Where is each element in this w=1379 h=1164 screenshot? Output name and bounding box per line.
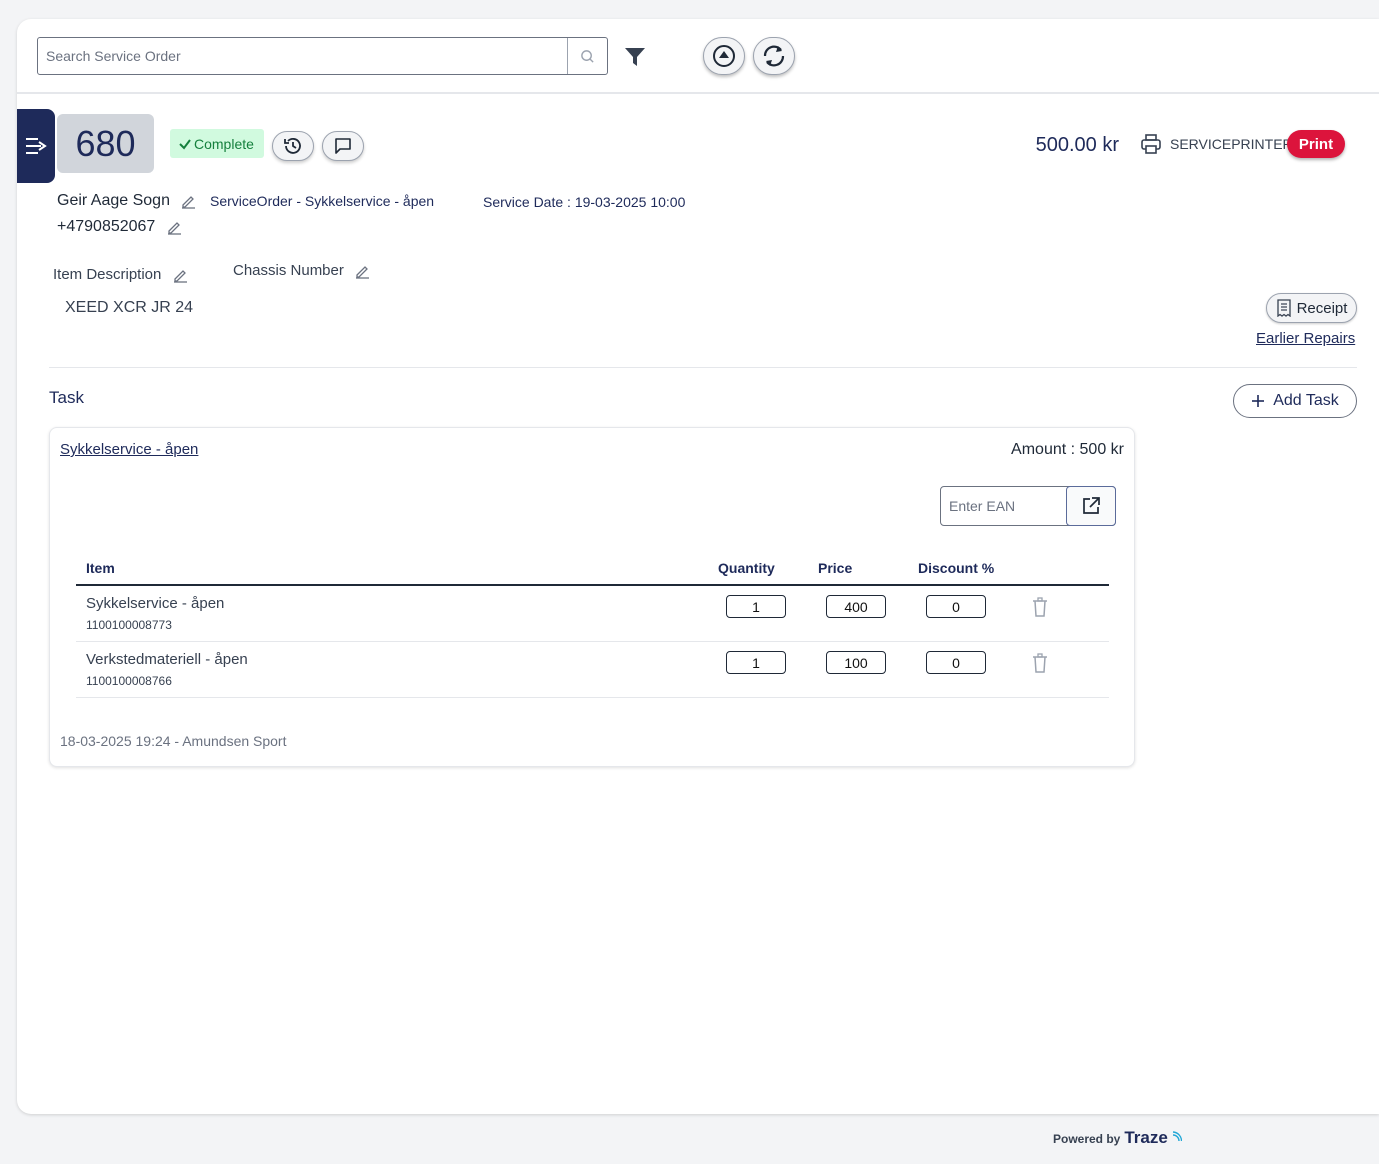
chassis-number-label-row: Chassis Number — [233, 262, 370, 279]
edit-item-description-icon[interactable] — [172, 267, 188, 283]
order-number: 680 — [57, 114, 154, 173]
trash-icon[interactable] — [1032, 653, 1048, 673]
task-card: Sykkelservice - åpen Amount : 500 kr Ite… — [49, 427, 1135, 767]
column-header-quantity: Quantity — [718, 560, 775, 576]
search-box — [37, 37, 608, 75]
receipt-label: Receipt — [1296, 299, 1348, 317]
chassis-number-label: Chassis Number — [233, 262, 344, 279]
customer-phone: +4790852067 — [57, 218, 156, 235]
ean-input[interactable] — [941, 487, 1067, 525]
item-name: Sykkelservice - åpen — [86, 595, 225, 612]
external-link-icon — [1083, 497, 1100, 514]
receipt-button[interactable]: Receipt — [1266, 293, 1357, 323]
item-code: 1100100008766 — [86, 674, 172, 688]
sidebar-toggle-icon — [26, 138, 47, 154]
service-date: Service Date : 19-03-2025 10:00 — [483, 194, 686, 210]
signal-icon — [1172, 1131, 1182, 1142]
search-button[interactable] — [567, 38, 607, 74]
item-description-label: Item Description — [53, 266, 162, 283]
order-total: 500.00 kr — [1035, 134, 1119, 156]
column-header-item: Item — [86, 560, 115, 576]
items-table-header: Item Quantity Price Discount % — [76, 558, 1109, 586]
trash-icon[interactable] — [1032, 597, 1048, 617]
edit-customer-phone-icon[interactable] — [166, 219, 182, 235]
task-section-title: Task — [49, 388, 84, 407]
add-task-button[interactable]: Add Task — [1233, 384, 1357, 418]
check-icon — [179, 138, 191, 150]
earlier-repairs-link[interactable]: Earlier Repairs — [1256, 330, 1355, 347]
item-code: 1100100008773 — [86, 618, 172, 632]
printer-icon — [1141, 134, 1161, 154]
filter-button[interactable] — [622, 44, 648, 70]
discount-input[interactable] — [926, 595, 986, 618]
history-button[interactable] — [272, 131, 314, 161]
discount-input[interactable] — [926, 651, 986, 674]
top-toolbar — [17, 19, 1379, 94]
refresh-icon — [763, 45, 785, 67]
sync-circle-icon — [713, 45, 735, 67]
refresh-button[interactable] — [753, 37, 795, 75]
item-description-label-row: Item Description — [53, 266, 188, 283]
comment-icon — [335, 138, 351, 154]
column-header-price: Price — [818, 560, 853, 576]
task-name-link[interactable]: Sykkelservice - åpen — [60, 441, 198, 458]
search-icon — [581, 49, 594, 63]
service-order-card: 680 Complete 500.00 kr SERVICEPRINTER Pr… — [17, 19, 1379, 1114]
sync-button[interactable] — [703, 37, 745, 75]
task-created-stamp: 18-03-2025 19:24 - Amundsen Sport — [60, 733, 287, 749]
item-name: Verkstedmateriell - åpen — [86, 651, 248, 668]
plus-icon — [1252, 395, 1265, 407]
add-task-label: Add Task — [1273, 392, 1339, 409]
powered-by: Powered by Traze — [1053, 1128, 1182, 1148]
search-input[interactable] — [38, 38, 567, 74]
ean-box — [940, 486, 1116, 526]
status-label: Complete — [194, 135, 254, 152]
column-header-discount: Discount % — [918, 560, 995, 576]
filter-icon — [625, 48, 645, 66]
quantity-input[interactable] — [726, 595, 786, 618]
ean-open-button[interactable] — [1066, 486, 1116, 526]
sidebar-toggle[interactable] — [17, 109, 55, 183]
brand-logo: Traze — [1124, 1128, 1168, 1147]
customer-name-row: Geir Aage Sogn — [57, 192, 196, 210]
comment-button[interactable] — [322, 131, 364, 161]
print-button[interactable]: Print — [1287, 130, 1345, 158]
powered-by-label: Powered by — [1053, 1132, 1121, 1146]
printer-name: SERVICEPRINTER — [1170, 136, 1293, 152]
table-row: Verkstedmateriell - åpen 1100100008766 — [76, 642, 1109, 698]
customer-phone-row: +4790852067 — [57, 218, 182, 236]
price-input[interactable] — [826, 595, 886, 618]
receipt-icon — [1276, 299, 1291, 317]
status-badge: Complete — [170, 129, 264, 158]
edit-customer-name-icon[interactable] — [180, 193, 196, 209]
edit-chassis-number-icon[interactable] — [354, 263, 370, 279]
section-divider — [49, 367, 1357, 368]
customer-name: Geir Aage Sogn — [57, 192, 170, 209]
price-input[interactable] — [826, 651, 886, 674]
item-description-value: XEED XCR JR 24 — [65, 299, 194, 316]
quantity-input[interactable] — [726, 651, 786, 674]
printer-selector[interactable]: SERVICEPRINTER — [1140, 133, 1293, 155]
task-amount: Amount : 500 kr — [1011, 441, 1124, 458]
service-order-label: ServiceOrder - Sykkelservice - åpen — [210, 193, 435, 209]
history-icon — [284, 138, 301, 154]
table-row: Sykkelservice - åpen 1100100008773 — [76, 586, 1109, 642]
